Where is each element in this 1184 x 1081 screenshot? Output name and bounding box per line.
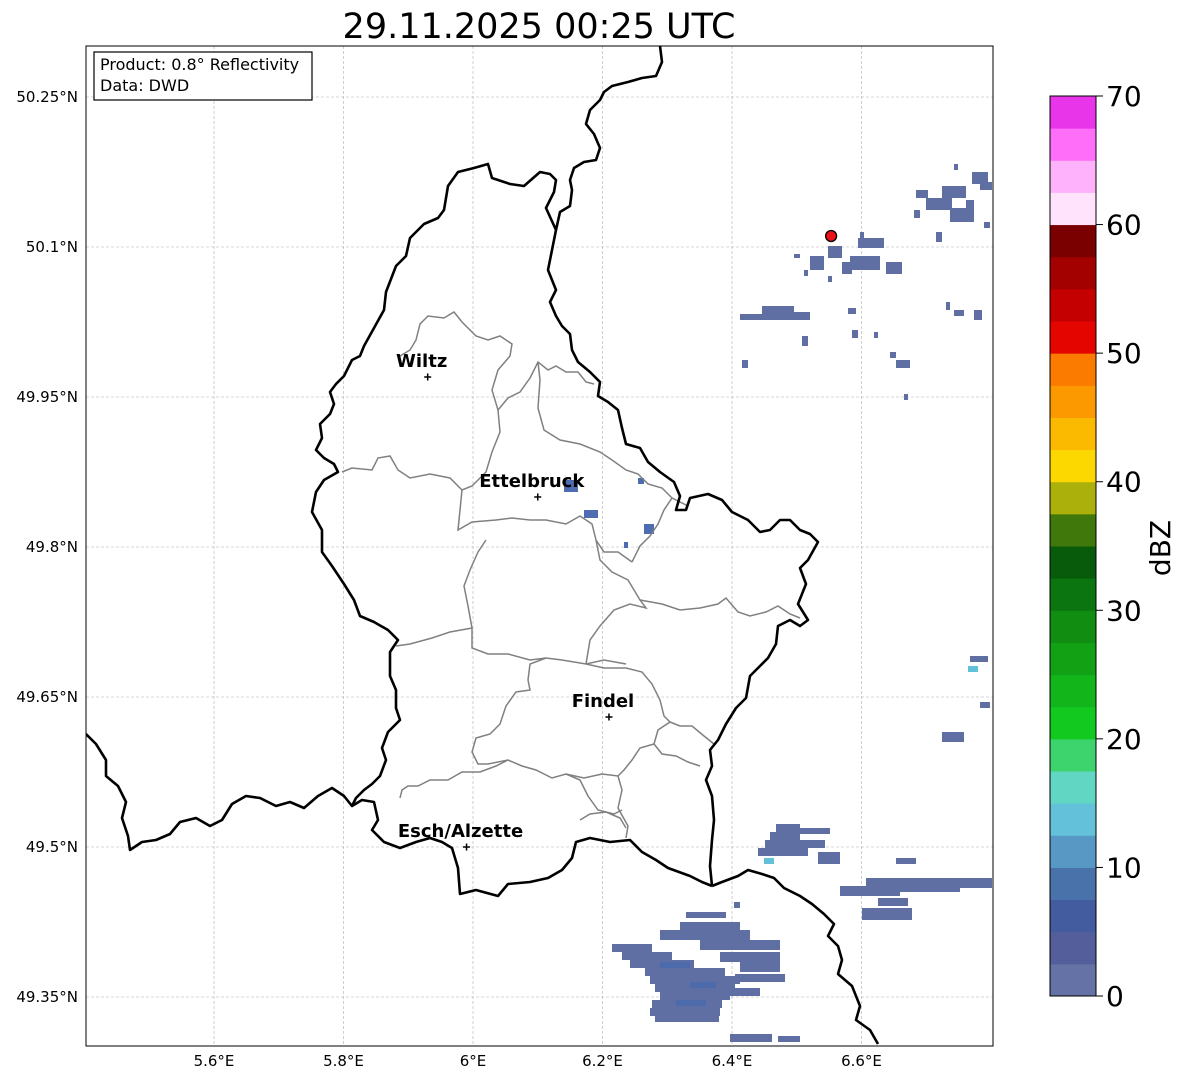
radar-site-dot: [824, 229, 838, 243]
info-box: Product: 0.8° Reflectivity Data: DWD: [93, 51, 313, 101]
colorbar: 0 10 20 30 40 50 60 70: [1049, 80, 1142, 1013]
colorbar-swatch: [1050, 931, 1096, 965]
colorbar-tick-label: 70: [1106, 80, 1142, 113]
colorbar-swatch: [1050, 321, 1096, 354]
colorbar-swatch: [1050, 417, 1096, 451]
info-data-source: Data: DWD: [100, 76, 189, 95]
colorbar-label: dBZ: [1144, 520, 1177, 576]
map-area: WiltzEttelbruckFindelEsch/Alzette 5.6°E 5…: [16, 45, 994, 1070]
y-tick-label: 50.25°N: [16, 88, 78, 106]
x-tick-label: 6.6°E: [841, 1052, 882, 1070]
colorbar-swatch: [1050, 288, 1096, 322]
colorbar-swatch: [1050, 578, 1096, 611]
colorbar-swatch: [1050, 449, 1096, 483]
colorbar-swatch: [1050, 481, 1096, 515]
map-title: 29.11.2025 00:25 UTC: [343, 7, 736, 47]
colorbar-swatch: [1050, 706, 1096, 740]
y-axis-ticks: 50.25°N 50.1°N 49.95°N 49.8°N 49.65°N 49.5°N 4…: [16, 88, 78, 1006]
x-tick-label: 5.6°E: [194, 1052, 235, 1070]
info-product: Product: 0.8° Reflectivity: [100, 55, 299, 74]
colorbar-swatch: [1050, 867, 1096, 901]
city-label: Findel: [572, 691, 635, 712]
x-tick-label: 5.8°E: [323, 1052, 364, 1070]
city-label: Esch/Alzette: [398, 821, 523, 842]
colorbar-tick-label: 0: [1106, 980, 1124, 1013]
colorbar-swatch: [1050, 224, 1096, 258]
x-tick-label: 6.4°E: [712, 1052, 753, 1070]
y-tick-label: 49.35°N: [16, 988, 78, 1006]
colorbar-swatch: [1050, 96, 1096, 129]
colorbar-swatch: [1050, 513, 1096, 547]
colorbar-tick-label: 30: [1106, 594, 1142, 627]
x-axis-ticks: 5.6°E 5.8°E 6°E 6.2°E 6.4°E 6.6°E: [194, 1052, 882, 1070]
y-tick-label: 49.65°N: [16, 688, 78, 706]
colorbar-swatch: [1050, 963, 1096, 997]
colorbar-swatch: [1050, 899, 1096, 933]
colorbar-swatch: [1050, 642, 1096, 676]
colorbar-swatch: [1050, 385, 1096, 418]
colorbar-tick-label: 20: [1106, 723, 1142, 756]
y-tick-label: 49.8°N: [26, 538, 78, 556]
colorbar-swatch: [1050, 610, 1096, 643]
colorbar-swatch: [1050, 674, 1096, 708]
radar-site-marker: [824, 229, 838, 243]
colorbar-tick-label: 40: [1106, 466, 1142, 499]
colorbar-swatch: [1050, 546, 1096, 579]
colorbar-swatch: [1050, 835, 1096, 868]
colorbar-tick-label: 10: [1106, 851, 1142, 884]
colorbar-swatch: [1050, 738, 1096, 772]
colorbar-swatch: [1050, 803, 1096, 836]
x-tick-label: 6.2°E: [582, 1052, 623, 1070]
colorbar-swatch: [1050, 771, 1096, 804]
city-label: Ettelbruck: [479, 471, 585, 492]
colorbar-tick-label: 60: [1106, 209, 1142, 242]
city-label: Wiltz: [396, 351, 447, 372]
radar-map-figure: 29.11.2025 00:25 UTC WiltzEttelbruckFind…: [16, 7, 1177, 1070]
y-tick-label: 49.5°N: [26, 838, 78, 856]
colorbar-swatch: [1050, 353, 1096, 386]
colorbar-swatch: [1050, 192, 1096, 226]
y-tick-label: 50.1°N: [26, 238, 78, 256]
colorbar-swatch: [1050, 256, 1096, 290]
y-tick-label: 49.95°N: [16, 388, 78, 406]
colorbar-swatch: [1050, 160, 1096, 193]
colorbar-swatch: [1050, 128, 1096, 161]
colorbar-tick-label: 50: [1106, 337, 1142, 370]
x-tick-label: 6°E: [460, 1052, 487, 1070]
